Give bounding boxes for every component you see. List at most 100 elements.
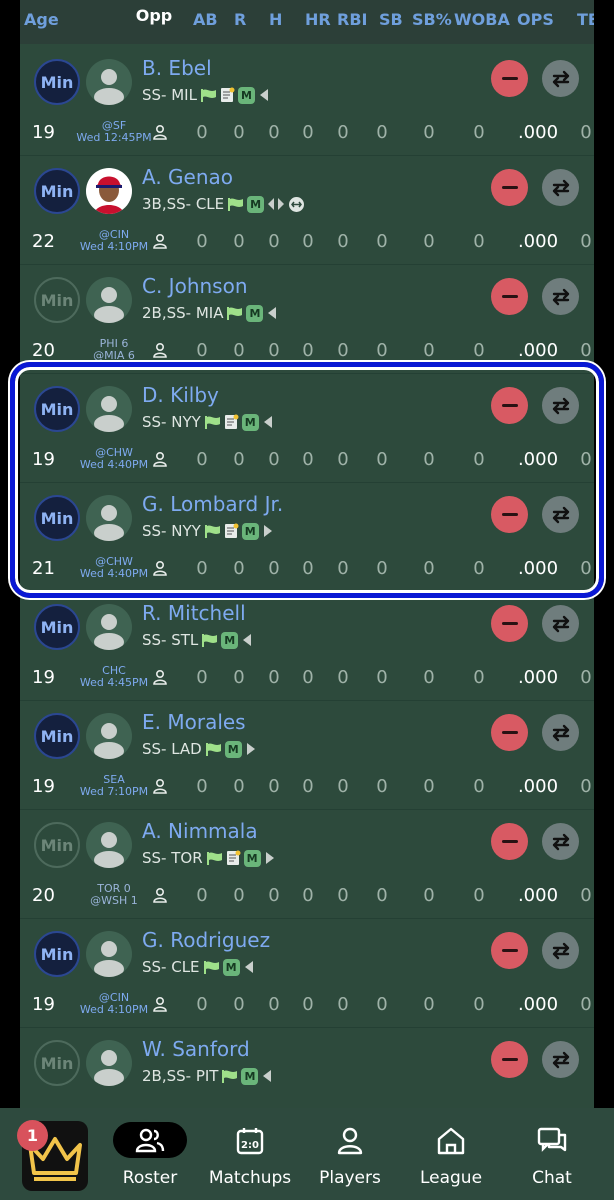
stats-header: Age Opp AB R H HR RBI SB SB% WOBA OPS TE — [20, 0, 594, 44]
swap-player-button[interactable] — [542, 278, 579, 315]
player-avatar — [86, 277, 132, 323]
player-name[interactable]: R. Mitchell — [142, 601, 246, 625]
arrow-left-icon — [243, 634, 252, 646]
swap-player-button[interactable] — [542, 169, 579, 206]
player-row[interactable]: Min R. Mitchell SS- STL M 19 CHC Wed 4:45PM 0 0 0… — [20, 592, 594, 701]
player-name[interactable]: W. Sanford — [142, 1037, 250, 1061]
swap-player-button[interactable] — [542, 605, 579, 642]
swap-player-button[interactable] — [542, 387, 579, 424]
player-name[interactable]: G. Lombard Jr. — [142, 492, 283, 516]
stat-ops: .000 — [517, 994, 559, 1015]
column-header-ab[interactable]: AB — [193, 10, 218, 29]
player-row[interactable]: Min E. Morales SS- LAD M 19 SEA Wed 7:10PM 0 0 0 0… — [20, 701, 594, 810]
player-row[interactable]: Min G. Rodriguez SS- CLE M 19 @CIN Wed 4:10PM 0… — [20, 919, 594, 1028]
slot-badge-min[interactable]: Min — [34, 1040, 80, 1086]
slot-badge-min[interactable]: Min — [34, 604, 80, 650]
drop-player-button[interactable] — [491, 278, 528, 315]
player-name[interactable]: B. Ebel — [142, 56, 212, 80]
player-row[interactable]: Min G. Lombard Jr. SS- NYY M 21 @CHW Wed 4:40P… — [20, 483, 594, 592]
column-header-age[interactable]: Age — [24, 10, 59, 29]
slot-badge-min[interactable]: Min — [34, 822, 80, 868]
player-name[interactable]: G. Rodriguez — [142, 928, 270, 952]
stat-value: 0 — [268, 340, 280, 361]
tab-chat[interactable]: Chat — [502, 1122, 602, 1192]
player-positions: 2B,SS- MIA M — [142, 304, 278, 322]
stat-value: 0 — [337, 122, 349, 143]
drop-player-button[interactable] — [491, 496, 528, 533]
slot-badge-min[interactable]: Min — [34, 168, 80, 214]
player-age: 22 — [32, 231, 55, 252]
stat-value: 0 — [233, 231, 245, 252]
player-row[interactable]: Min C. Johnson 2B,SS- MIA M 20 PHI 6 @MIA 6 0 0 0… — [20, 265, 594, 374]
league-icon — [434, 1124, 468, 1158]
drop-player-button[interactable] — [491, 714, 528, 751]
player-row[interactable]: Min D. Kilby SS- NYY M 19 @CHW Wed 4:40PM 0 0 0 0 0… — [20, 374, 594, 483]
column-header-woba[interactable]: WOBA — [454, 10, 510, 29]
player-name[interactable]: E. Morales — [142, 710, 246, 734]
tab-players[interactable]: Players — [300, 1122, 400, 1192]
player-avatar — [86, 604, 132, 650]
player-row[interactable]: Min A. Genao 3B,SS- CLE M 22 @CIN Wed 4:10PM 0 0… — [20, 156, 594, 265]
column-header-r[interactable]: R — [234, 10, 246, 29]
game-time: Wed 4:10PM — [79, 240, 149, 253]
person-icon — [153, 669, 167, 685]
player-positions: SS- LAD M — [142, 740, 257, 758]
flag-icon — [206, 851, 222, 865]
player-name[interactable]: D. Kilby — [142, 383, 219, 407]
stat-te: 0 — [580, 994, 592, 1015]
column-header-sb[interactable]: SB — [379, 10, 403, 29]
stat-value: 0 — [233, 558, 245, 579]
player-row[interactable]: Min B. Ebel SS- MIL M 19 @SF Wed 12:45PM 0 0 0 0 0 0… — [20, 47, 594, 156]
player-age: 19 — [32, 776, 55, 797]
slot-badge-min[interactable]: Min — [34, 59, 80, 105]
drop-player-button[interactable] — [491, 60, 528, 97]
slot-badge-min[interactable]: Min — [34, 931, 80, 977]
player-row[interactable]: Min W. Sanford 2B,SS- PIT M — [20, 1028, 594, 1108]
column-header-rbi[interactable]: RBI — [337, 10, 367, 29]
stat-value: 0 — [473, 885, 485, 906]
stat-value: 0 — [473, 667, 485, 688]
column-header-h[interactable]: H — [269, 10, 282, 29]
column-header-sb-pct[interactable]: SB% — [412, 10, 452, 29]
tab-label: Chat — [532, 1168, 572, 1188]
flag-icon — [205, 742, 221, 756]
column-header-hr[interactable]: HR — [305, 10, 331, 29]
drop-player-button[interactable] — [491, 169, 528, 206]
stat-value: 0 — [196, 558, 208, 579]
minors-m-icon: M — [237, 86, 255, 104]
drop-player-button[interactable] — [491, 605, 528, 642]
stat-ops: .000 — [517, 449, 559, 470]
column-header-ops[interactable]: OPS — [517, 10, 554, 29]
swap-player-button[interactable] — [542, 823, 579, 860]
player-name[interactable]: C. Johnson — [142, 274, 248, 298]
swap-player-button[interactable] — [542, 60, 579, 97]
player-positions: SS- NYY M — [142, 522, 274, 540]
slot-badge-min[interactable]: Min — [34, 386, 80, 432]
column-header-opp[interactable]: Opp — [104, 8, 204, 24]
swap-player-button[interactable] — [542, 932, 579, 969]
player-positions: SS- CLE M — [142, 958, 255, 976]
arrow-left-icon — [259, 89, 268, 101]
slot-badge-min[interactable]: Min — [34, 713, 80, 759]
swap-player-button[interactable] — [542, 496, 579, 533]
column-header-te[interactable]: TE — [577, 10, 594, 29]
slot-badge-min[interactable]: Min — [34, 277, 80, 323]
drop-player-button[interactable] — [491, 823, 528, 860]
game-time: Wed 4:45PM — [79, 676, 149, 689]
tab-label: Matchups — [208, 1168, 292, 1188]
drop-player-button[interactable] — [491, 387, 528, 424]
swap-player-button[interactable] — [542, 1041, 579, 1078]
minors-m-icon: M — [241, 522, 259, 540]
tab-matchups[interactable]: 2:0 Matchups — [200, 1122, 300, 1192]
tab-league[interactable]: League — [401, 1122, 501, 1192]
drop-player-button[interactable] — [491, 932, 528, 969]
tab-roster[interactable]: Roster — [100, 1122, 200, 1192]
player-name[interactable]: A. Nimmala — [142, 819, 258, 843]
slot-badge-min[interactable]: Min — [34, 495, 80, 541]
drop-player-button[interactable] — [491, 1041, 528, 1078]
stat-value: 0 — [423, 667, 435, 688]
player-row[interactable]: Min A. Nimmala SS- TOR M 20 TOR 0 @WSH 1 0 0 0 0 0 0… — [20, 810, 594, 919]
opponent-info: @CIN Wed 4:10PM — [64, 229, 164, 253]
player-name[interactable]: A. Genao — [142, 165, 233, 189]
swap-player-button[interactable] — [542, 714, 579, 751]
